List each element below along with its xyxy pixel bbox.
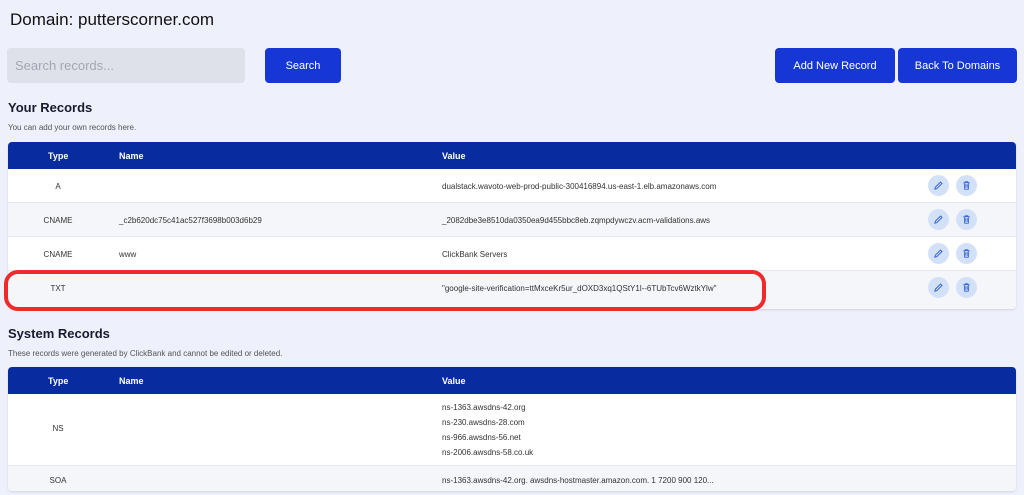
ns-value: ns-2006.awsdns-58.co.uk	[442, 448, 534, 457]
trash-icon	[963, 249, 970, 258]
ns-value: ns-230.awsdns-28.com	[442, 418, 525, 427]
record-name: _c2b620dc75c41ac527f3698b003d6b29	[119, 216, 262, 225]
trash-icon	[963, 181, 970, 190]
record-value: ns-1363.awsdns-42.org. awsdns-hostmaster…	[442, 476, 714, 485]
record-value: _2082dbe3e8510da0350ea9d455bbc8eb.zqmpdy…	[442, 216, 711, 225]
column-value: Value	[442, 376, 466, 386]
table-header: Type Name Value	[8, 367, 1016, 394]
system-records-title: System Records	[8, 326, 110, 341]
edit-button[interactable]	[928, 209, 949, 230]
your-records-table: Type Name Value A dualstack.wavoto-web-p…	[8, 142, 1016, 309]
pencil-icon	[934, 181, 943, 190]
table-row: CNAME www ClickBank Servers	[8, 237, 1016, 271]
record-type: SOA	[49, 476, 67, 485]
record-value: ClickBank Servers	[442, 250, 508, 259]
trash-icon	[963, 283, 970, 292]
column-name: Name	[119, 151, 144, 161]
delete-button[interactable]	[956, 277, 977, 298]
system-records-subtitle: These records were generated by ClickBan…	[8, 349, 283, 358]
table-row: SOA ns-1363.awsdns-42.org. awsdns-hostma…	[8, 466, 1016, 491]
record-type: TXT	[50, 284, 66, 293]
add-new-record-button[interactable]: Add New Record	[775, 48, 895, 83]
record-type: NS	[52, 424, 64, 433]
pencil-icon	[934, 283, 943, 292]
column-value: Value	[442, 151, 466, 161]
record-type: CNAME	[43, 250, 73, 259]
record-value: dualstack.wavoto-web-prod-public-3004168…	[442, 182, 717, 191]
edit-button[interactable]	[928, 175, 949, 196]
column-type: Type	[48, 376, 69, 386]
search-input[interactable]	[7, 48, 245, 83]
record-type: CNAME	[43, 216, 73, 225]
your-records-subtitle: You can add your own records here.	[8, 123, 137, 132]
record-type: A	[55, 182, 61, 191]
ns-value: ns-1363.awsdns-42.org	[442, 403, 526, 412]
table-row: A dualstack.wavoto-web-prod-public-30041…	[8, 169, 1016, 203]
record-value: "google-site-verification=ttMxceKr5ur_dO…	[442, 284, 717, 293]
trash-icon	[963, 215, 970, 224]
delete-button[interactable]	[956, 175, 977, 196]
ns-value: ns-966.awsdns-56.net	[442, 433, 521, 442]
search-button[interactable]: Search	[265, 48, 341, 83]
record-value: ns-1363.awsdns-42.org ns-230.awsdns-28.c…	[442, 400, 533, 460]
pencil-icon	[934, 249, 943, 258]
edit-button[interactable]	[928, 277, 949, 298]
column-type: Type	[48, 151, 69, 161]
system-records-table: Type Name Value NS ns-1363.awsdns-42.org…	[8, 367, 1016, 491]
table-header: Type Name Value	[8, 142, 1016, 169]
record-name: www	[119, 250, 137, 259]
back-to-domains-button[interactable]: Back To Domains	[898, 48, 1017, 83]
your-records-title: Your Records	[8, 100, 93, 115]
table-row: TXT "google-site-verification=ttMxceKr5u…	[8, 271, 1016, 309]
table-row: NS ns-1363.awsdns-42.org ns-230.awsdns-2…	[8, 394, 1016, 466]
delete-button[interactable]	[956, 243, 977, 264]
table-row: CNAME _c2b620dc75c41ac527f3698b003d6b29 …	[8, 203, 1016, 237]
edit-button[interactable]	[928, 243, 949, 264]
page-title: Domain: putterscorner.com	[10, 10, 215, 29]
pencil-icon	[934, 215, 943, 224]
delete-button[interactable]	[956, 209, 977, 230]
column-name: Name	[119, 376, 144, 386]
